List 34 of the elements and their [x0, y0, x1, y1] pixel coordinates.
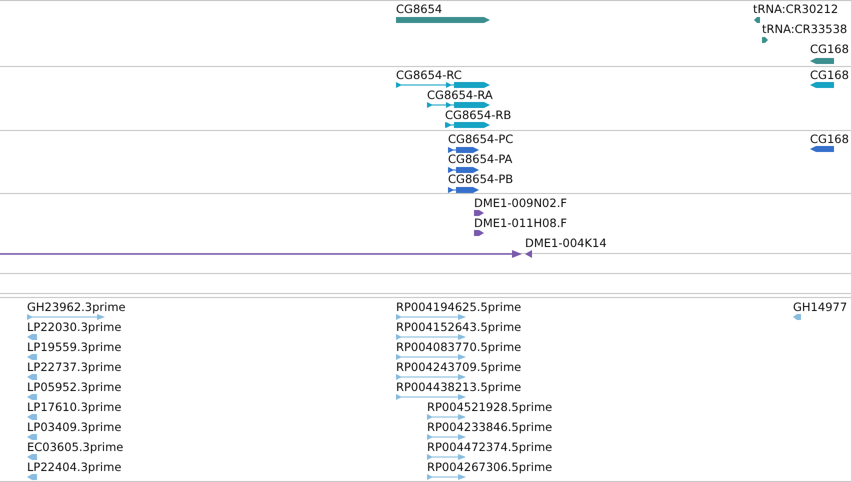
feature-label: LP03409.3prime — [27, 420, 122, 434]
feature-label: RP004152643.5prime — [396, 320, 522, 334]
feature-label: DME1-011H08.F — [474, 216, 568, 230]
feature-label: CG8654-PB — [448, 172, 514, 186]
feature-label: RP004233846.5prime — [427, 420, 552, 434]
feature-label: DME1-004K14 — [525, 236, 607, 250]
feature-label: RP004267306.5prime — [427, 460, 552, 474]
feature-label: CG8654-RB — [445, 108, 512, 122]
feature-label: RP004243709.5prime — [396, 360, 522, 374]
feature-label: CG8654 — [396, 2, 442, 16]
feature-label: RP004472374.5prime — [427, 440, 552, 454]
feature-label: CG8654-RA — [427, 88, 493, 102]
feature-label: DME1-009N02.F — [474, 196, 567, 210]
feature-label: LP19559.3prime — [27, 340, 122, 354]
feature-label: CG168 — [810, 68, 849, 82]
feature-label: tRNA:CR33538 — [762, 22, 848, 36]
feature-label: EC03605.3prime — [27, 440, 124, 454]
feature-label: LP05952.3prime — [27, 380, 122, 394]
feature-label: CG168 — [810, 132, 849, 146]
feature-label: LP22737.3prime — [27, 360, 122, 374]
feature-label: RP004194625.5prime — [396, 300, 522, 314]
feature-label: RP004083770.5prime — [396, 340, 522, 354]
feature-label: LP17610.3prime — [27, 400, 122, 414]
feature-label: LP22030.3prime — [27, 320, 122, 334]
feature-label: CG168 — [810, 42, 849, 56]
feature-label: RP004438213.5prime — [396, 380, 522, 394]
feature-label: tRNA:CR30212 — [753, 2, 838, 16]
feature-label: CG8654-RC — [396, 68, 462, 82]
feature-label: RP004521928.5prime — [427, 400, 552, 414]
feature-label: LP22404.3prime — [27, 460, 122, 474]
feature-label: GH14977 — [793, 300, 848, 314]
feature-label: GH23962.3prime — [27, 300, 126, 314]
feature-label: CG8654-PA — [448, 152, 512, 166]
feature-label: CG8654-PC — [448, 132, 514, 146]
